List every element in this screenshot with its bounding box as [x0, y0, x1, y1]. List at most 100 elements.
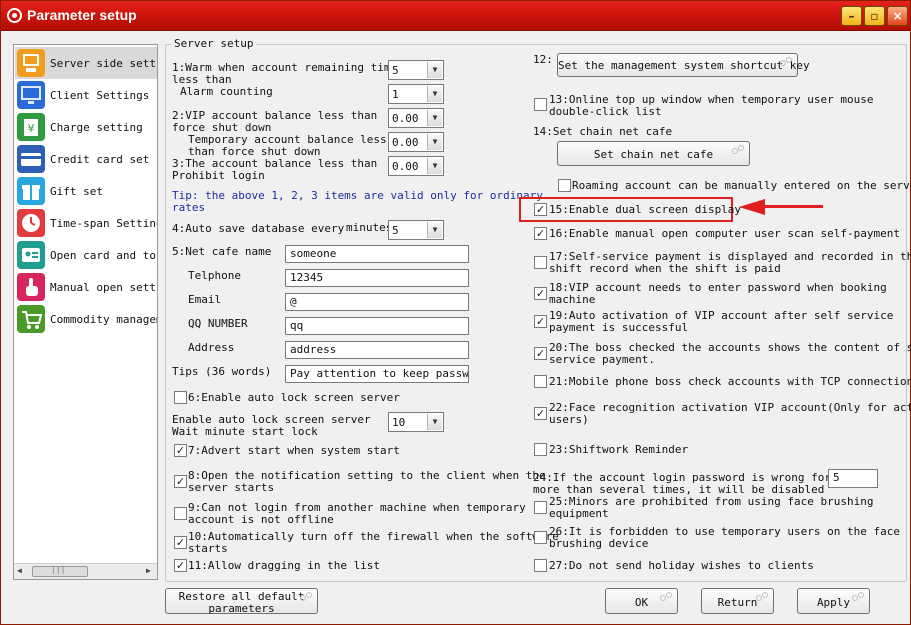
chevron-down-icon[interactable]: ▼	[427, 86, 442, 102]
opt18-label: 18:VIP account needs to enter password w…	[549, 281, 887, 294]
login-attempts-input[interactable]: 5	[828, 469, 878, 488]
cafe-name-input[interactable]: someone	[285, 245, 469, 263]
alarm-counting-select[interactable]: 1 ▼	[388, 84, 444, 104]
lock-wait-select[interactable]: 10 ▼	[388, 412, 444, 432]
annotation-arrow-line	[763, 205, 823, 208]
opt22-checkbox[interactable]: ✓	[534, 407, 547, 420]
opt18-label-cont: machine	[549, 293, 596, 306]
opt23-label: 23:Shiftwork Reminder	[549, 443, 689, 456]
tips-input[interactable]: Pay attention to keep password	[285, 365, 469, 383]
opt20-checkbox[interactable]: ✓	[534, 347, 547, 360]
opt6-checkbox[interactable]	[174, 391, 187, 404]
address-input[interactable]: address	[285, 341, 469, 359]
opt8-label-cont: server starts	[188, 481, 275, 494]
sidebar-item-client-settings[interactable]: Client Settings	[15, 79, 157, 111]
opt23-checkbox[interactable]	[534, 443, 547, 456]
phone-label: Telphone	[188, 269, 241, 282]
email-input[interactable]: @	[285, 293, 469, 311]
sidebar-item-commodity-management[interactable]: Commodity management	[15, 303, 157, 335]
chain-net-cafe-button[interactable]: Set chain net cafe	[557, 141, 750, 166]
cafe-name-label: 5:Net cafe name	[172, 245, 272, 258]
opt26-checkbox[interactable]	[534, 531, 547, 544]
maximize-button[interactable]: ▫	[864, 6, 885, 26]
minimize-button[interactable]: –	[841, 6, 862, 26]
scroll-left-icon[interactable]: ◀	[17, 566, 22, 575]
button-label-cont: parameters	[208, 602, 275, 615]
sidebar-item-time-span-setting[interactable]: Time-span Setting	[15, 207, 157, 239]
chevron-down-icon[interactable]: ▼	[427, 158, 442, 174]
button-decoration-icon	[660, 592, 674, 602]
autosave-interval-select[interactable]: 5 ▼	[388, 220, 444, 240]
scrollbar-thumb[interactable]: |||	[32, 565, 88, 577]
sidebar-item-label: Manual open setting	[50, 281, 157, 294]
scroll-right-icon[interactable]: ▶	[146, 566, 151, 575]
opt19-label-cont: payment is successful	[549, 321, 689, 334]
sidebar-item-manual-open-setting[interactable]: Manual open setting	[15, 271, 157, 303]
temporary-balance-select[interactable]: 0.00 ▼	[388, 132, 444, 152]
sidebar-horizontal-scrollbar[interactable]: ◀ ||| ▶	[14, 563, 157, 579]
opt13-checkbox[interactable]	[534, 98, 547, 111]
email-label: Email	[188, 293, 222, 306]
chevron-down-icon[interactable]: ▼	[427, 110, 442, 126]
opt15-checkbox[interactable]: ✓	[534, 203, 547, 216]
opt8-checkbox[interactable]: ✓	[174, 475, 187, 488]
select-value: 10	[392, 416, 406, 429]
qq-input[interactable]: qq	[285, 317, 469, 335]
scroll-grip-icon: |||	[51, 565, 66, 574]
button-label: Set chain net cafe	[593, 148, 714, 161]
address-label: Address	[188, 341, 235, 354]
opt27-checkbox[interactable]	[534, 559, 547, 572]
sidebar-item-label: Server side setting	[50, 57, 157, 70]
opt7-checkbox[interactable]: ✓	[174, 444, 187, 457]
settings-sidebar: Server side setting Client Settings ¥ Ch…	[13, 44, 158, 580]
group-title: Server setup	[171, 37, 257, 50]
sidebar-item-label: Gift set	[50, 185, 103, 198]
sidebar-item-label: Credit card set	[50, 153, 150, 166]
sidebar-item-gift-set[interactable]: Gift set	[15, 175, 157, 207]
opt21-label: 21:Mobile phone boss check accounts with…	[549, 375, 911, 388]
opt9-checkbox[interactable]	[174, 507, 187, 520]
sidebar-item-charge-setting[interactable]: ¥ Charge setting	[15, 111, 157, 143]
opt11-checkbox[interactable]: ✓	[174, 559, 187, 572]
opt27-label: 27:Do not send holiday wishes to clients	[549, 559, 814, 572]
annotation-arrow-icon	[739, 199, 765, 215]
account-balance-select[interactable]: 0.00 ▼	[388, 156, 444, 176]
phone-input[interactable]: 12345	[285, 269, 469, 287]
chevron-down-icon[interactable]: ▼	[427, 414, 442, 430]
parameter-setup-window: Parameter setup – ▫ × Server side settin…	[0, 0, 911, 625]
opt10-checkbox[interactable]: ✓	[174, 536, 187, 549]
opt19-checkbox[interactable]: ✓	[534, 315, 547, 328]
button-decoration-icon	[732, 145, 746, 155]
opt17-checkbox[interactable]	[534, 256, 547, 269]
opt26-label-cont: brushing device	[549, 537, 649, 550]
sidebar-item-open-card-and-top-up[interactable]: Open card and top up	[15, 239, 157, 271]
restore-defaults-button[interactable]: Restore all default parameters	[165, 588, 318, 615]
sidebar-item-credit-card-set[interactable]: Credit card set	[15, 143, 157, 175]
opt25-checkbox[interactable]	[534, 501, 547, 514]
select-value: 5	[392, 64, 399, 77]
chevron-down-icon[interactable]: ▼	[427, 62, 442, 78]
button-label: Set the management system shortcut key	[558, 59, 810, 72]
opt25-label-cont: equipment	[549, 507, 609, 520]
autosave-label: 4:Auto save database every	[172, 222, 345, 235]
close-button[interactable]: ×	[887, 6, 908, 26]
remaining-time-select[interactable]: 5 ▼	[388, 60, 444, 80]
ok-button[interactable]: OK	[605, 588, 678, 614]
return-button[interactable]: Return	[701, 588, 774, 614]
apply-button[interactable]: Apply	[797, 588, 870, 614]
sidebar-item-server-side-setting[interactable]: Server side setting	[15, 47, 157, 79]
credit-card-icon	[17, 145, 45, 173]
opt16-checkbox[interactable]: ✓	[534, 227, 547, 240]
app-logo-icon	[7, 8, 22, 23]
sidebar-item-label: Open card and top up	[50, 249, 157, 262]
chevron-down-icon[interactable]: ▼	[427, 134, 442, 150]
opt22-label-cont: users)	[549, 413, 589, 426]
opt18-checkbox[interactable]: ✓	[534, 287, 547, 300]
roaming-checkbox[interactable]	[558, 179, 571, 192]
shortcut-key-button[interactable]: Set the management system shortcut key	[557, 53, 810, 77]
vip-balance-select[interactable]: 0.00 ▼	[388, 108, 444, 128]
opt21-checkbox[interactable]	[534, 375, 547, 388]
button-decoration-icon	[780, 57, 794, 67]
opt9-label-cont: account is not offline	[188, 513, 334, 526]
chevron-down-icon[interactable]: ▼	[427, 222, 442, 238]
